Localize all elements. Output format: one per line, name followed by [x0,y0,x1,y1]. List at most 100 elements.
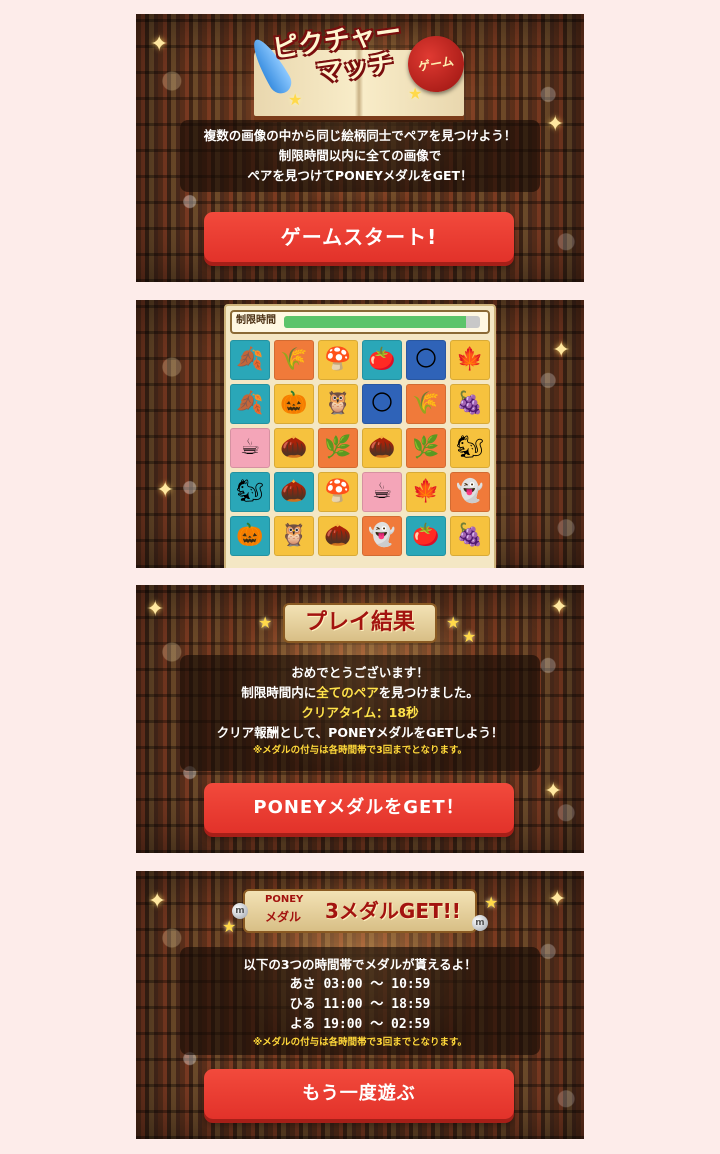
tile-pumpkin[interactable]: 🎃 [230,516,270,556]
time-slot-noon: ひる 11:00 ～ 18:59 [289,997,431,1012]
sparkle-icon: ✦ [550,595,569,620]
tile-ghost[interactable]: 👻 [362,516,402,556]
result-panel: ✦ ✦ ✦ プレイ結果 ★ ★ ★ おめでとうございます！ 制限時間内に全てのペ… [136,585,584,853]
medal-panel: ✦ ✦ PONEY メダル 3メダルGET!! m m ★ ★ 以下の3つの時間… [136,871,584,1139]
leaves-icon: 🍂 [236,391,264,416]
result-banner: プレイ結果 [283,603,437,643]
star-icon: ★ [446,613,461,632]
tile-squirrel[interactable]: 🐿 [230,472,270,512]
pumpkin-icon: 🎃 [280,391,308,416]
sparkle-icon: ✦ [156,478,175,503]
tile-pumpkin[interactable]: 🎃 [274,384,314,424]
owl-icon: 🦉 [324,391,352,416]
ghost-icon: 👻 [456,479,484,504]
tile-leaves[interactable]: 🍂 [230,384,270,424]
tile-squirrel[interactable]: 🐿 [450,428,490,468]
medal-info-box: 以下の3つの時間帯でメダルが貰えるよ！ あさ 03:00 ～ 10:59 ひる … [180,947,540,1055]
sparkle-icon: ✦ [148,889,167,914]
timer-fill [284,316,467,328]
ginkgo-icon: 🌿 [412,435,440,460]
sparkle-icon: ✦ [552,338,571,363]
squirrel-icon: 🐿 [456,435,484,460]
star-icon: ★ [462,627,477,646]
result-message-box: おめでとうございます！ 制限時間内に全てのペアを見つけました。 クリアタイム：1… [180,655,540,771]
banner-poney-text: PONEY [265,894,304,905]
tile-owl[interactable]: 🦉 [318,384,358,424]
maple-icon: 🍁 [412,479,440,504]
tile-ginkgo[interactable]: 🌿 [406,428,446,468]
medal-note: ※メダルの付与は各時間帯で3回までとなります。 [252,745,468,756]
wheat-icon: 🌾 [280,347,308,372]
tile-mushroom[interactable]: 🍄 [318,472,358,512]
tea-icon: ☕ [372,479,392,504]
medal-intro-text: 以下の3つの時間帯でメダルが貰えるよ！ [243,957,477,972]
grapes-icon: 🍇 [456,523,484,548]
acorn-icon: 🌰 [280,435,308,460]
tile-ginkgo[interactable]: 🌿 [318,428,358,468]
sparkle-icon: ✦ [544,779,563,804]
tile-persimmon[interactable]: 🍅 [362,340,402,380]
maple-icon: 🍁 [456,347,484,372]
ghost-icon: 👻 [368,523,396,548]
tea-icon: ☕ [240,435,260,460]
ginkgo-icon: 🌿 [324,435,352,460]
star-icon: ★ [258,613,273,632]
tile-tea[interactable]: ☕ [230,428,270,468]
time-slot-night: よる 19:00 ～ 02:59 [289,1017,431,1032]
star-icon: ★ [484,893,499,912]
tile-acorn[interactable]: 🌰 [274,428,314,468]
tile-wheat[interactable]: 🌾 [406,384,446,424]
banner-medal-text: メダル [265,910,302,924]
medal-banner: PONEY メダル 3メダルGET!! [243,889,477,933]
medal-coin-icon: m [472,915,488,931]
pumpkin-icon: 🎃 [236,523,264,548]
mushroom-icon: 🍄 [324,479,352,504]
instructions-box: 複数の画像の中から同じ絵柄同士でペアを見つけよう！ 制限時間以内に全ての画像で … [180,120,540,192]
tile-chestnut[interactable]: 🌰 [362,428,402,468]
game-start-button[interactable]: ゲームスタート! [204,212,514,262]
tile-moon[interactable]: 🌕 [406,340,446,380]
moon-icon: 🌕 [370,391,394,416]
time-slot-morning: あさ 03:00 ～ 10:59 [289,977,431,992]
tile-ghost[interactable]: 👻 [450,472,490,512]
tile-chestnut[interactable]: 🌰 [274,472,314,512]
acorn-icon: 🌰 [324,523,352,548]
sparkle-icon: ✦ [548,887,567,912]
chestnut-icon: 🌰 [280,479,308,504]
medal-note: ※メダルの付与は各時間帯で3回までとなります。 [252,1037,468,1048]
reward-text: クリア報酬として、PONEYメダルをGETしよう！ [216,725,504,740]
star-icon: ★ [408,84,423,103]
instruction-line: 複数の画像の中から同じ絵柄同士でペアを見つけよう！ [203,128,517,143]
clear-time: クリアタイム：18秒 [301,705,419,720]
tile-grapes[interactable]: 🍇 [450,516,490,556]
tile-grapes[interactable]: 🍇 [450,384,490,424]
star-icon: ★ [288,90,303,109]
sparkle-icon: ✦ [146,597,165,622]
squirrel-icon: 🐿 [236,479,264,504]
tile-moon[interactable]: 🌕 [362,384,402,424]
grapes-icon: 🍇 [456,391,484,416]
get-medal-button[interactable]: PONEYメダルをGET！ [204,783,514,833]
tile-acorn[interactable]: 🌰 [318,516,358,556]
tile-persimmon[interactable]: 🍅 [406,516,446,556]
persimmon-icon: 🍅 [412,523,440,548]
tile-maple[interactable]: 🍁 [450,340,490,380]
instruction-line: 制限時間以内に全ての画像で [278,148,442,163]
play-again-button[interactable]: もう一度遊ぶ [204,1069,514,1119]
sparkle-icon: ✦ [150,32,169,57]
tile-leaves[interactable]: 🍂 [230,340,270,380]
found-pairs-text: 制限時間内に全てのペアを見つけました。 [241,685,479,700]
sparkle-icon: ✦ [546,112,565,137]
tile-tea[interactable]: ☕ [362,472,402,512]
timer-track [284,316,480,328]
tile-grid: 🍂 🌾 🍄 🍅 🌕 🍁 🍂 🎃 🦉 🌕 🌾 🍇 ☕ 🌰 🌿 🌰 🌿 🐿 🐿 🌰 🍄 ☕ 🍁 👻 🎃 🦉 🌰 👻 🍅 🍇 [230,340,492,556]
tile-wheat[interactable]: 🌾 [274,340,314,380]
tile-owl[interactable]: 🦉 [274,516,314,556]
timer-bar: 制限時間 [230,310,490,334]
tile-maple[interactable]: 🍁 [406,472,446,512]
tile-mushroom[interactable]: 🍄 [318,340,358,380]
banner-3medal-get: 3メダルGET!! [325,899,461,923]
timer-label: 制限時間 [236,315,276,326]
result-title: プレイ結果 [304,610,415,635]
start-panel: ✦ ✦ ピクチャー マッチ ゲーム ★ ★ 複数の画像の中から同じ絵柄同士でペア… [136,14,584,282]
